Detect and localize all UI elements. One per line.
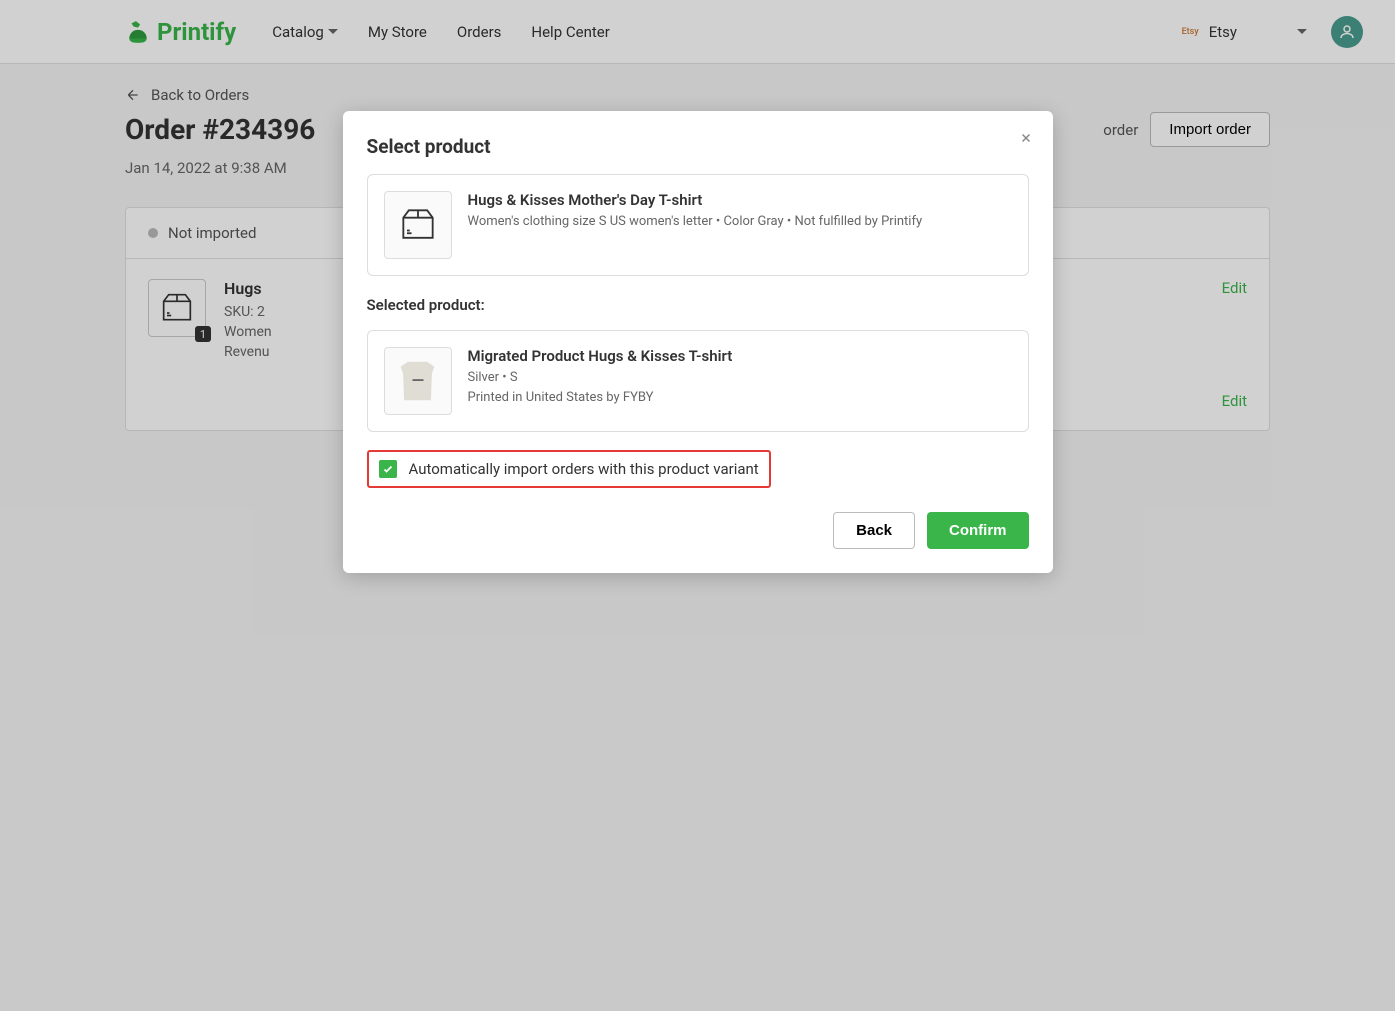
select-product-modal: Select product Hugs & Kisses Mother's Da… [343, 111, 1053, 573]
check-icon [382, 463, 394, 475]
selected-product-info: Migrated Product Hugs & Kisses T-shirt S… [468, 347, 1012, 415]
selected-product-label: Selected product: [367, 296, 1029, 314]
selected-product-name: Migrated Product Hugs & Kisses T-shirt [468, 347, 1012, 365]
selected-product-variant: Silver • S [468, 368, 1012, 388]
selected-product-printed: Printed in United States by FYBY [468, 388, 1012, 408]
auto-import-option: Automatically import orders with this pr… [367, 450, 771, 488]
selected-product-thumbnail [384, 347, 452, 415]
selected-product-card[interactable]: Migrated Product Hugs & Kisses T-shirt S… [367, 330, 1029, 432]
original-product-thumbnail [384, 191, 452, 259]
original-product-info: Hugs & Kisses Mother's Day T-shirt Women… [468, 191, 1012, 259]
auto-import-checkbox[interactable] [379, 460, 397, 478]
box-icon [396, 203, 440, 247]
original-product-card[interactable]: Hugs & Kisses Mother's Day T-shirt Women… [367, 174, 1029, 276]
auto-import-label: Automatically import orders with this pr… [409, 460, 759, 478]
close-button[interactable] [1019, 129, 1033, 150]
confirm-button[interactable]: Confirm [927, 512, 1029, 549]
tshirt-icon [394, 357, 442, 405]
modal-footer: Back Confirm [367, 512, 1029, 549]
original-product-name: Hugs & Kisses Mother's Day T-shirt [468, 191, 1012, 209]
close-icon [1019, 131, 1033, 145]
original-product-meta: Women's clothing size S US women's lette… [468, 212, 1012, 232]
modal-title: Select product [367, 135, 1029, 158]
back-button[interactable]: Back [833, 512, 915, 549]
